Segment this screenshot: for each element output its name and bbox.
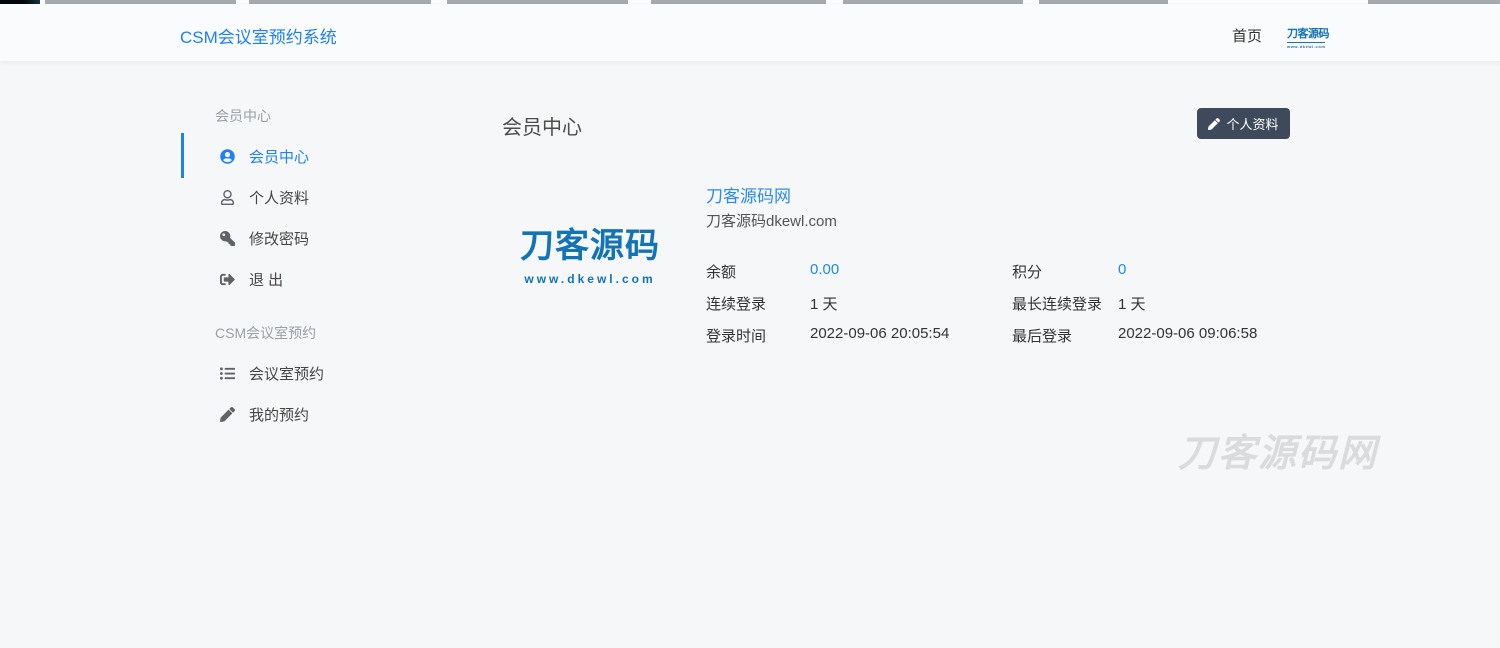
sidebar-item-change-password[interactable]: 修改密码 bbox=[219, 225, 309, 251]
nav-item-home[interactable]: 首页 bbox=[1232, 25, 1262, 46]
last-login-value: 2022-09-06 09:06:58 bbox=[1118, 325, 1257, 346]
sidebar-section-heading-csm: CSM会议室预约 bbox=[215, 323, 316, 343]
sign-out-icon bbox=[219, 271, 235, 287]
sidebar-item-label: 个人资料 bbox=[249, 187, 309, 208]
key-icon bbox=[219, 230, 235, 246]
pencil-icon bbox=[1208, 118, 1220, 130]
sidebar-item-label: 退 出 bbox=[249, 269, 283, 290]
sidebar-item-label: 会员中心 bbox=[249, 146, 309, 167]
site-brand[interactable]: CSM会议室预约系统 bbox=[180, 23, 337, 48]
streak-label: 连续登录 bbox=[706, 293, 810, 314]
info-row-balance-points: 余额 0.00 积分 0 bbox=[706, 261, 1126, 282]
page-title: 会员中心 bbox=[502, 111, 582, 140]
sidebar-section-heading-member: 会员中心 bbox=[215, 106, 271, 126]
profile-name-link[interactable]: 刀客源码网 bbox=[706, 182, 791, 207]
avatar-logo-subtext: www.dkewl.com bbox=[505, 272, 675, 286]
login-time-value: 2022-09-06 20:05:54 bbox=[810, 325, 1012, 346]
list-icon bbox=[219, 365, 235, 381]
nav-logo-subtext: www.dkewl.com bbox=[1287, 42, 1325, 49]
max-streak-value: 1 天 bbox=[1118, 293, 1146, 314]
balance-label: 余额 bbox=[706, 261, 810, 282]
edit-profile-button-label: 个人资料 bbox=[1226, 114, 1278, 133]
watermark: 刀客源码网 bbox=[1178, 422, 1378, 477]
info-row-login-time: 登录时间 2022-09-06 20:05:54 最后登录 2022-09-06… bbox=[706, 325, 1257, 346]
sidebar-item-label: 我的预约 bbox=[249, 404, 309, 425]
streak-value: 1 天 bbox=[810, 293, 1012, 314]
info-row-login-streak: 连续登录 1 天 最长连续登录 1 天 bbox=[706, 293, 1146, 314]
login-time-label: 登录时间 bbox=[706, 325, 810, 346]
sidebar-item-room-booking[interactable]: 会议室预约 bbox=[219, 360, 324, 386]
sidebar-item-logout[interactable]: 退 出 bbox=[219, 266, 283, 292]
sidebar-item-profile[interactable]: 个人资料 bbox=[219, 184, 309, 210]
max-streak-label: 最长连续登录 bbox=[1012, 293, 1118, 314]
pencil-icon bbox=[219, 406, 235, 422]
header: CSM会议室预约系统 首页 刀客源码 www.dkewl.com bbox=[0, 4, 1500, 62]
avatar-logo-text: 刀客源码 bbox=[505, 218, 675, 267]
sidebar-item-my-bookings[interactable]: 我的预约 bbox=[219, 401, 309, 427]
user-circle-icon bbox=[219, 148, 235, 164]
balance-value[interactable]: 0.00 bbox=[810, 261, 1012, 282]
sidebar-item-label: 会议室预约 bbox=[249, 363, 324, 384]
avatar: 刀客源码 www.dkewl.com bbox=[505, 218, 675, 286]
sidebar-item-member-center[interactable]: 会员中心 bbox=[219, 143, 309, 169]
active-item-indicator bbox=[181, 133, 184, 178]
points-value[interactable]: 0 bbox=[1118, 261, 1126, 282]
last-login-label: 最后登录 bbox=[1012, 325, 1118, 346]
points-label: 积分 bbox=[1012, 261, 1118, 282]
profile-subtitle: 刀客源码dkewl.com bbox=[706, 210, 837, 231]
user-icon bbox=[219, 189, 235, 205]
sidebar-item-label: 修改密码 bbox=[249, 228, 309, 249]
page: CSM会议室预约系统 首页 刀客源码 www.dkewl.com 会员中心 会员… bbox=[0, 0, 1500, 648]
edit-profile-button[interactable]: 个人资料 bbox=[1197, 108, 1290, 139]
nav-logo[interactable]: 刀客源码 www.dkewl.com bbox=[1287, 25, 1325, 49]
nav-logo-text: 刀客源码 bbox=[1287, 25, 1325, 41]
